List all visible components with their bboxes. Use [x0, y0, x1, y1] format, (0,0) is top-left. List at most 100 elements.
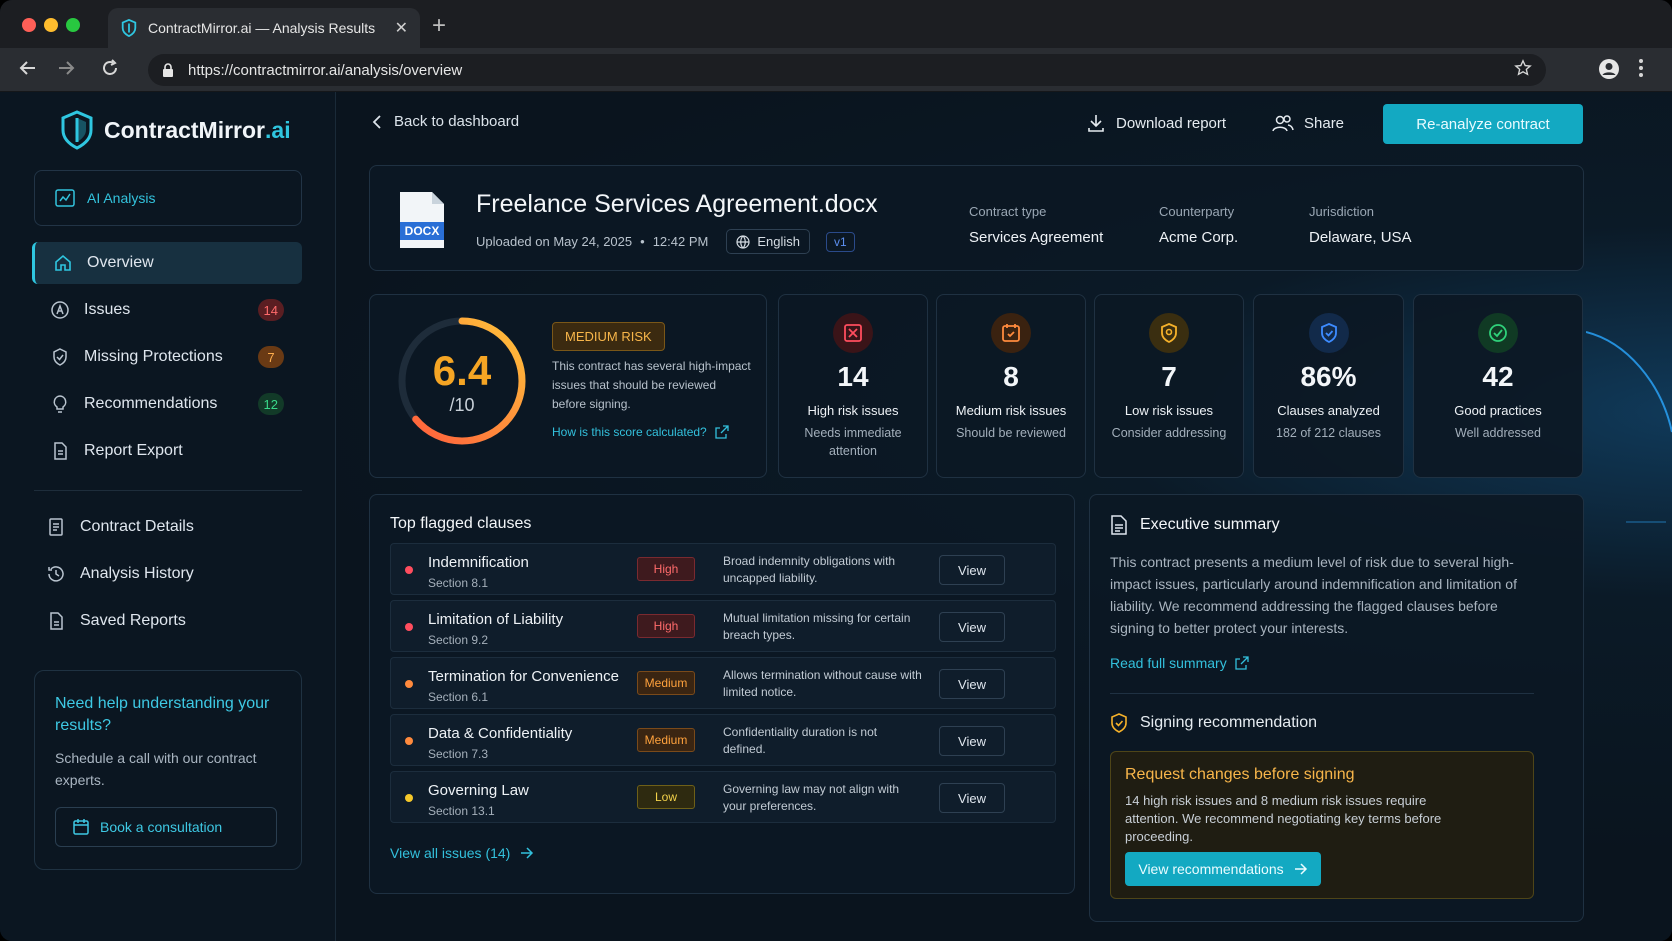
sidebar-item-contract-details[interactable]: Contract Details [28, 506, 298, 548]
back-to-dashboard-link[interactable]: Back to dashboard [372, 113, 519, 130]
view-clause-button[interactable]: View [939, 612, 1005, 642]
sidebar-item-overview[interactable]: Overview [32, 242, 302, 284]
severity-badge: Low [637, 785, 695, 809]
counterparty-field: Counterparty Acme Corp. [1159, 204, 1238, 246]
good-practices-stat-card[interactable]: 42 Good practices Well addressed [1413, 294, 1583, 478]
share-users-icon [1272, 115, 1294, 132]
sidebar-item-recommendations[interactable]: Recommendations 12 [32, 383, 302, 425]
clause-name: Limitation of Liability [428, 611, 564, 628]
flagged-clause-row[interactable]: Data & Confidentiality Section 7.3 Medium C… [390, 714, 1056, 766]
sidebar-item-missing-protections[interactable]: Missing Protections 7 [32, 336, 302, 378]
flagged-clause-row[interactable]: Indemnification Section 8.1 High Broad inde… [390, 543, 1056, 595]
flagged-clause-row[interactable]: Governing Law Section 13.1 Low Governing la… [390, 771, 1056, 823]
decorative-glow-arc [1586, 331, 1672, 523]
back-arrow-icon[interactable] [18, 58, 38, 84]
risk-level-badge: MEDIUM RISK [552, 322, 665, 351]
sidebar-item-analysis-history[interactable]: Analysis History [28, 553, 298, 595]
alert-icon [51, 301, 69, 319]
browser-tab[interactable]: ContractMirror.ai — Analysis Results ✕ [108, 8, 420, 48]
medium-risk-stat-card[interactable]: 8 Medium risk issues Should be reviewed [936, 294, 1086, 478]
sidebar-item-saved-reports[interactable]: Saved Reports [28, 600, 298, 642]
view-clause-button[interactable]: View [939, 726, 1005, 756]
high-risk-count: 14 [837, 361, 869, 392]
help-text: Schedule a call with our contract expert… [55, 750, 257, 788]
home-icon [55, 254, 71, 271]
high-risk-title: High risk issues [807, 403, 899, 418]
score-calculation-link[interactable]: How is this score calculated? [552, 425, 729, 439]
sidebar: ContractMirror .ai AI Analysis Overview I… [0, 92, 336, 941]
book-consultation-label: Book a consultation [100, 819, 223, 835]
clause-description: Allows termination without cause with li… [723, 668, 922, 699]
view-clause-button[interactable]: View [939, 555, 1005, 585]
language-label: English [757, 234, 800, 249]
help-card: Need help understanding your results? Sc… [34, 670, 302, 870]
calendar-icon [73, 819, 89, 835]
book-consultation-button[interactable]: Book a consultation [55, 807, 277, 847]
view-clause-button[interactable]: View [939, 783, 1005, 813]
star-icon[interactable] [1514, 59, 1532, 81]
minimize-window-button[interactable] [44, 18, 58, 32]
clause-description: Mutual limitation missing for certain br… [723, 611, 911, 642]
reanalyze-contract-button[interactable]: Re-analyze contract [1383, 104, 1583, 144]
new-tab-icon[interactable]: + [432, 12, 446, 40]
low-risk-stat-card[interactable]: 7 Low risk issues Consider addressing [1094, 294, 1244, 478]
brand-name: ContractMirror [104, 116, 266, 143]
flagged-clauses-title: Top flagged clauses [390, 515, 532, 532]
contract-type-label: Contract type [969, 204, 1047, 219]
external-link-icon [715, 425, 729, 439]
view-all-issues-link[interactable]: View all issues (14) [390, 845, 534, 861]
high-risk-stat-card[interactable]: 14 High risk issues Needs immediate atte… [778, 294, 928, 478]
medium-risk-sub: Should be reviewed [956, 426, 1066, 440]
medium-risk-title: Medium risk issues [955, 403, 1067, 418]
sidebar-item-label: Contract Details [80, 518, 194, 535]
ai-analysis-section[interactable]: AI Analysis [34, 170, 302, 226]
shield-check-icon [53, 348, 67, 366]
clause-description: Governing law may not align with your pr… [723, 782, 900, 813]
signing-recommendation-title: Signing recommendation [1140, 714, 1317, 731]
saved-file-icon [50, 612, 63, 630]
close-window-button[interactable] [22, 18, 36, 32]
back-label: Back to dashboard [394, 113, 520, 130]
view-clause-button[interactable]: View [939, 669, 1005, 699]
browser-window: ContractMirror.ai — Analysis Results ✕ +… [0, 0, 1672, 941]
check-circle-icon [1478, 313, 1518, 353]
download-icon [1088, 115, 1104, 132]
sidebar-item-issues[interactable]: Issues 14 [32, 289, 302, 331]
reload-icon[interactable] [100, 58, 120, 84]
maximize-window-button[interactable] [66, 18, 80, 32]
severity-dot [405, 566, 413, 574]
language-pill[interactable]: English [726, 229, 810, 254]
clause-description: Broad indemnity obligations with uncappe… [723, 554, 896, 585]
flagged-clause-row[interactable]: Termination for Convenience Section 6.1 Me… [390, 657, 1056, 709]
download-report-button[interactable]: Download report [1086, 113, 1226, 133]
executive-summary-title: Executive summary [1140, 516, 1280, 533]
executive-summary-header: Executive summary [1110, 515, 1280, 535]
view-recommendations-label: View recommendations [1138, 861, 1284, 877]
history-icon [48, 566, 64, 582]
clause-name: Indemnification [428, 554, 529, 571]
tab-close-icon[interactable]: ✕ [395, 18, 408, 38]
sidebar-item-label: Overview [87, 254, 154, 271]
app-logo[interactable]: ContractMirror .ai [60, 110, 291, 150]
ai-analysis-label: AI Analysis [87, 190, 156, 206]
clauses-analyzed-stat-card[interactable]: 86% Clauses analyzed 182 of 212 clauses [1253, 294, 1404, 478]
clause-section: Section 7.3 [428, 747, 489, 761]
read-full-summary-link[interactable]: Read full summary [1110, 655, 1249, 671]
share-button[interactable]: Share [1272, 113, 1344, 133]
flagged-clause-row[interactable]: Limitation of Liability Section 9.2 High Mu… [390, 600, 1056, 652]
more-icon[interactable] [1638, 58, 1644, 83]
high-risk-sub: Needs immediate attention [804, 426, 902, 458]
download-label: Download report [1116, 114, 1227, 132]
clauses-analyzed-sub: 182 of 212 clauses [1276, 426, 1381, 440]
clause-section: Section 8.1 [428, 576, 489, 590]
sidebar-item-report-export[interactable]: Report Export [32, 430, 302, 472]
sidebar-item-label: Report Export [84, 442, 183, 459]
forward-arrow-icon[interactable] [56, 58, 76, 84]
address-bar[interactable]: https://contractmirror.ai/analysis/overv… [148, 54, 1546, 86]
recommendation-title: Request changes before signing [1125, 766, 1355, 783]
view-recommendations-button[interactable]: View recommendations [1125, 852, 1321, 886]
profile-icon[interactable] [1598, 58, 1620, 85]
low-risk-count: 7 [1161, 361, 1177, 392]
jurisdiction-field: Jurisdiction Delaware, USA [1309, 204, 1412, 246]
globe-icon [736, 234, 750, 249]
